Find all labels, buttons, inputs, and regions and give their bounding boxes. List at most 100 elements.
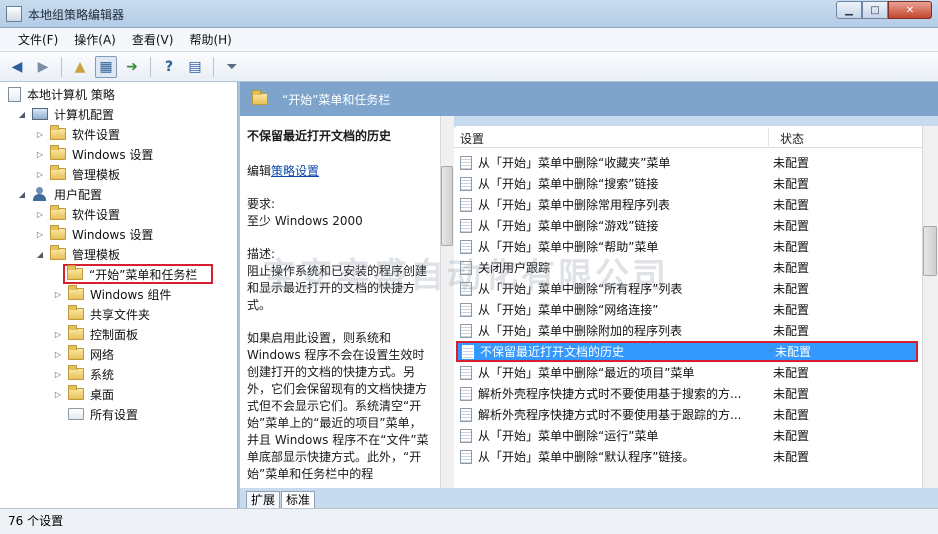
tree-user-config[interactable]: ◢ 用户配置 [16, 184, 102, 204]
tree-item[interactable]: ▷ 控制面板 [52, 324, 138, 344]
close-button[interactable]: ✕ [888, 1, 932, 19]
menu-help[interactable]: 帮助(H) [181, 28, 239, 52]
list-row[interactable]: 从「开始」菜单中删除“运行”菜单 未配置 [456, 425, 918, 446]
tree-item[interactable]: ▷ 管理模板 [34, 164, 120, 184]
collapsed-icon[interactable]: ▷ [34, 210, 46, 219]
tree-root[interactable]: 本地计算机 策略 [8, 84, 115, 104]
folder-icon [50, 225, 66, 240]
req-label: 要求: [247, 197, 276, 211]
description-scroll-thumb[interactable] [441, 166, 453, 246]
list-row[interactable]: 从「开始」菜单中删除“帮助”菜单 未配置 [456, 236, 918, 257]
tab-standard[interactable]: 标准 [281, 491, 316, 508]
edit-line: 编辑策略设置 [247, 163, 432, 180]
expanded-icon[interactable]: ◢ [16, 190, 28, 199]
setting-name: 关闭用户跟踪 [478, 261, 551, 275]
tree-item[interactable]: ▷ 软件设置 [34, 124, 120, 144]
menu-action[interactable]: 操作(A) [66, 28, 124, 52]
tree-item[interactable]: ▷ 软件设置 [34, 204, 120, 224]
tree-item[interactable]: ▷ 网络 [52, 344, 114, 364]
menu-file[interactable]: 文件(F) [10, 28, 66, 52]
menu-view[interactable]: 查看(V) [124, 28, 182, 52]
setting-state: 未配置 [773, 240, 810, 254]
collapsed-icon[interactable]: ▷ [34, 150, 46, 159]
setting-name: 从「开始」菜单中删除附加的程序列表 [478, 324, 683, 338]
setting-name: 从「开始」菜单中删除“最近的项目”菜单 [478, 366, 695, 380]
tree-item[interactable]: 所有设置 [52, 404, 138, 424]
list-row[interactable]: 关闭用户跟踪 未配置 [456, 257, 918, 278]
tree-item[interactable]: ◢ 管理模板 [34, 244, 120, 264]
tree-label: 控制面板 [90, 327, 139, 342]
list-row[interactable]: 解析外壳程序快捷方式时不要使用基于搜索的方... 未配置 [456, 383, 918, 404]
collapsed-icon[interactable]: ▷ [52, 390, 64, 399]
tree-computer-config[interactable]: ◢ 计算机配置 [16, 104, 114, 124]
list-row[interactable]: 从「开始」菜单中删除常用程序列表 未配置 [456, 194, 918, 215]
back-arrow-icon[interactable]: ◀ [6, 56, 28, 78]
collapsed-icon[interactable]: ▷ [52, 290, 64, 299]
column-state[interactable]: 状态 [780, 130, 804, 147]
list-row[interactable]: 从「开始」菜单中删除“游戏”链接 未配置 [456, 215, 918, 236]
column-divider[interactable] [768, 128, 769, 146]
collapsed-icon[interactable]: ▷ [34, 170, 46, 179]
policy-setting-icon [460, 176, 472, 191]
tree-item-start-menu-taskbar[interactable]: “开始”菜单和任务栏 [63, 264, 213, 284]
tree-label: Windows 组件 [90, 287, 172, 302]
tree-item[interactable]: ▷ Windows 设置 [34, 224, 153, 244]
list-row[interactable]: 从「开始」菜单中删除“网络连接” 未配置 [456, 299, 918, 320]
tree-label: 本地计算机 策略 [27, 87, 115, 102]
toolbar-separator [61, 56, 62, 77]
setting-name: 从「开始」菜单中删除“收藏夹”菜单 [478, 156, 671, 170]
tree-item[interactable]: ▷ 系统 [52, 364, 114, 384]
policy-settings-link[interactable]: 策略设置 [271, 164, 319, 178]
list-row[interactable]: 从「开始」菜单中删除附加的程序列表 未配置 [456, 320, 918, 341]
list-row[interactable]: 从「开始」菜单中删除“最近的项目”菜单 未配置 [456, 362, 918, 383]
policy-setting-icon [460, 449, 472, 464]
column-setting[interactable]: 设置 [460, 130, 484, 147]
list-row[interactable]: 从「开始」菜单中删除“默认程序”链接。 未配置 [456, 446, 918, 467]
policy-title: 不保留最近打开文档的历史 [247, 129, 392, 143]
tree-label: 所有设置 [90, 407, 139, 422]
collapsed-icon[interactable]: ▷ [52, 330, 64, 339]
tree-item[interactable]: 共享文件夹 [52, 304, 150, 324]
filter-icon[interactable]: ⏷ [221, 56, 243, 78]
collapsed-icon[interactable]: ▷ [34, 130, 46, 139]
export-list-icon[interactable]: ➜ [121, 56, 143, 78]
window-title: 本地组策略编辑器 [28, 8, 125, 22]
collapsed-icon[interactable]: ▷ [52, 350, 64, 359]
computer-icon [32, 108, 48, 120]
forward-arrow-icon[interactable]: ▶ [32, 56, 54, 78]
tree-label: 系统 [90, 367, 115, 382]
tree-item[interactable]: ▷ 桌面 [52, 384, 114, 404]
collapsed-icon[interactable]: ▷ [34, 230, 46, 239]
list-row-selected[interactable]: 不保留最近打开文档的历史 未配置 [456, 341, 918, 362]
help-icon[interactable]: ? [158, 56, 180, 78]
policy-setting-icon [460, 281, 472, 296]
setting-state: 未配置 [773, 387, 810, 401]
up-folder-icon[interactable]: ▲ [69, 56, 91, 78]
maximize-button[interactable]: □ [862, 1, 888, 19]
folder-icon [50, 205, 66, 220]
tree-item[interactable]: ▷ Windows 组件 [52, 284, 171, 304]
tree-label: 计算机配置 [54, 107, 115, 122]
tab-extended[interactable]: 扩展 [246, 491, 281, 508]
list-scroll-thumb[interactable] [923, 226, 937, 276]
list-row[interactable]: 从「开始」菜单中删除“收藏夹”菜单 未配置 [456, 152, 918, 173]
setting-state: 未配置 [773, 261, 810, 275]
expanded-icon[interactable]: ◢ [16, 110, 28, 119]
folder-icon [50, 145, 66, 160]
list-row[interactable]: 解析外壳程序快捷方式时不要使用基于跟踪的方... 未配置 [456, 404, 918, 425]
tree-label: Windows 设置 [72, 147, 154, 162]
folder-icon [68, 305, 84, 320]
tree-item[interactable]: ▷ Windows 设置 [34, 144, 153, 164]
list-row[interactable]: 从「开始」菜单中删除“搜索”链接 未配置 [456, 173, 918, 194]
policy-doc-icon [8, 86, 21, 102]
folder-icon [67, 265, 83, 280]
collapsed-icon[interactable]: ▷ [52, 370, 64, 379]
minimize-button[interactable]: ▁ [836, 1, 862, 19]
list-row[interactable]: 从「开始」菜单中删除“所有程序”列表 未配置 [456, 278, 918, 299]
show-hide-tree-icon[interactable]: ▦ [95, 55, 117, 78]
properties-icon[interactable]: ▤ [184, 56, 206, 78]
list-scrollbar[interactable] [922, 126, 938, 488]
setting-name: 从「开始」菜单中删除“帮助”菜单 [478, 240, 659, 254]
setting-name: 从「开始」菜单中删除常用程序列表 [478, 198, 671, 212]
expanded-icon[interactable]: ◢ [34, 250, 46, 259]
